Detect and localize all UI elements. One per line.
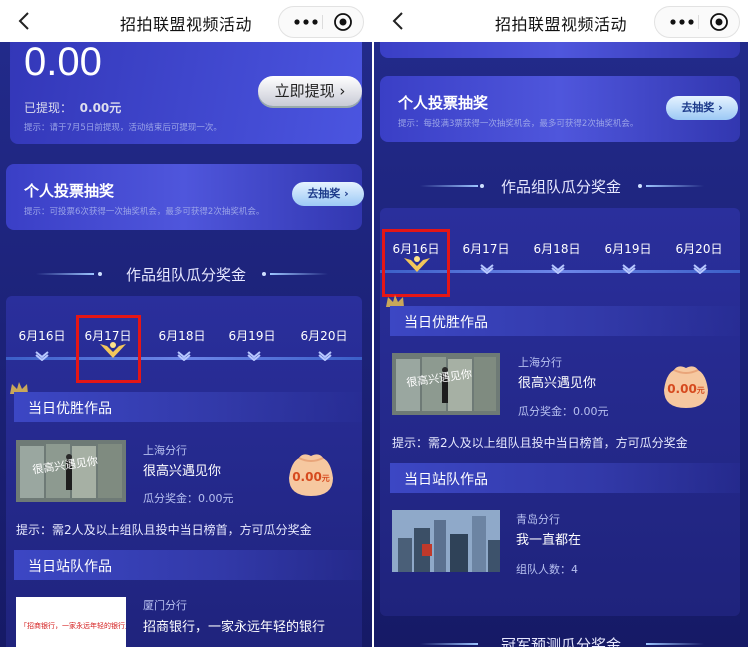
go-lottery-button[interactable]: 去抽奖 › (666, 96, 738, 120)
more-dots-icon[interactable] (669, 16, 695, 28)
highlight-box (382, 229, 450, 297)
bag-amount: 0.00元 (660, 382, 712, 396)
section-line-right (270, 273, 328, 275)
go-lottery-button-label: 去抽奖 (307, 187, 341, 200)
highlight-box (76, 315, 141, 383)
section-line-right (646, 185, 704, 187)
date-tab[interactable]: 6月18日 (527, 240, 587, 257)
branch-name: 青岛分行 (516, 513, 560, 526)
date-tab[interactable]: 6月19日 (222, 327, 282, 344)
date-tab[interactable]: 6月16日 (12, 327, 72, 344)
capsule-separator (698, 15, 699, 29)
daily-best-title: 当日优胜作品 (28, 401, 112, 417)
chevron-down-icon (247, 351, 261, 361)
chevron-down-icon (318, 351, 332, 361)
bag-value: 0.00 (667, 382, 697, 396)
branch-name: 厦门分行 (143, 599, 187, 612)
withdraw-button-label: 立即提现 (274, 82, 335, 100)
withdraw-button[interactable]: 立即提现 › (258, 76, 362, 106)
video-thumbnail[interactable]: 很高兴遇见你 (16, 440, 126, 502)
vote-lottery-hint: 提示：每投满3票获得一次抽奖机会，最多可获得2次抽奖机会。 (398, 119, 639, 129)
chevron-down-icon (693, 264, 707, 274)
prize-share: 瓜分奖金：0.00元 (518, 405, 609, 418)
red-envelope-bag: 0.00元 (660, 364, 712, 410)
vote-lottery-card: 个人投票抽奖 提示：可投票6次获得一次抽奖机会，最多可获得2次抽奖机会。 去抽奖… (6, 164, 364, 230)
daily-best-header: 当日优胜作品 (390, 306, 740, 336)
nav-bar: 招拍联盟视频活动 (0, 0, 372, 42)
withdrawn-value: 0.00元 (79, 101, 122, 115)
work-title: 招商银行，一家永远年轻的银行 (143, 620, 326, 635)
team-work-title: 当日站队作品 (28, 559, 112, 575)
work-title: 很高兴遇见你 (518, 376, 597, 391)
close-target-icon[interactable] (333, 12, 353, 32)
withdrawn-info: 已提现： 0.00元 (24, 99, 121, 116)
section-dot (638, 184, 642, 188)
nav-bar: 招拍联盟视频活动 (374, 0, 748, 42)
bag-value: 0.00 (292, 470, 322, 484)
balance-amount: 0.00 (24, 40, 102, 84)
chevron-down-icon (480, 264, 494, 274)
bag-amount: 0.00元 (285, 470, 337, 484)
daily-best-title: 当日优胜作品 (404, 315, 488, 331)
date-tab[interactable]: 6月18日 (152, 327, 212, 344)
team-work-header: 当日站队作品 (14, 550, 362, 580)
vote-lottery-card: 个人投票抽奖 提示：每投满3票获得一次抽奖机会，最多可获得2次抽奖机会。 去抽奖… (380, 76, 740, 142)
chevron-down-icon (622, 264, 636, 274)
city-skyline-thumbnail (392, 510, 500, 572)
left-screen: 招拍联盟视频活动 0.00 已提现： 0.00元 提示：请于7月5日前提现，活动… (0, 0, 372, 647)
video-thumbnail[interactable] (392, 510, 500, 572)
team-tip: 提示：需2人及以上组队且投中当日榜首，方可瓜分奖金 (16, 523, 312, 537)
date-tab[interactable]: 6月17日 (456, 240, 516, 257)
mini-program-capsule (654, 6, 740, 38)
team-work-header: 当日站队作品 (390, 463, 740, 493)
capsule-separator (322, 15, 323, 29)
withdraw-hint: 提示：请于7月5日前提现，活动结束后可提现一次。 (24, 123, 222, 133)
chevron-down-icon (35, 351, 49, 361)
red-envelope-bag: 0.00元 (285, 452, 337, 498)
section-line-right (646, 643, 704, 645)
date-tab[interactable]: 6月20日 (294, 327, 354, 344)
video-thumbnail[interactable]: 很高兴遇见你 (392, 353, 500, 415)
right-screen: 招拍联盟视频活动 个人投票抽奖 提示：每投满3票获得一次抽奖机会，最多可获得2次… (374, 0, 748, 647)
go-lottery-button-label: 去抽奖 (681, 101, 715, 114)
close-target-icon[interactable] (709, 12, 729, 32)
thumbnail-caption: 「招商银行，一家永远年轻的银行」 (20, 622, 126, 630)
daily-best-header: 当日优胜作品 (14, 392, 362, 422)
branch-name: 上海分行 (518, 356, 562, 369)
date-tab[interactable]: 6月20日 (669, 240, 729, 257)
chevron-down-icon (551, 264, 565, 274)
bag-unit: 元 (696, 386, 705, 395)
video-thumbnail[interactable]: 「招商银行，一家永远年轻的银行」 (16, 597, 126, 647)
section-dot (262, 272, 266, 276)
section-title: 冠军预测瓜分奖金 (500, 636, 621, 647)
more-dots-icon[interactable] (293, 16, 319, 28)
vote-lottery-hint: 提示：可投票6次获得一次抽奖机会，最多可获得2次抽奖机会。 (24, 207, 265, 217)
team-work-title: 当日站队作品 (404, 472, 488, 488)
work-title: 我一直都在 (516, 533, 582, 548)
vote-lottery-title: 个人投票抽奖 (398, 94, 489, 112)
prize-share: 瓜分奖金：0.00元 (143, 492, 234, 505)
team-tip: 提示：需2人及以上组队且投中当日榜首，方可瓜分奖金 (392, 436, 688, 450)
work-title: 很高兴遇见你 (143, 464, 222, 479)
go-lottery-button[interactable]: 去抽奖 › (292, 182, 364, 206)
bag-unit: 元 (321, 474, 330, 483)
date-tab[interactable]: 6月19日 (598, 240, 658, 257)
vote-lottery-title: 个人投票抽奖 (24, 182, 115, 200)
mini-program-capsule (278, 6, 364, 38)
withdrawn-label: 已提现： (24, 101, 73, 115)
team-count: 组队人数：4 (516, 563, 578, 576)
chevron-down-icon (177, 351, 191, 361)
branch-name: 上海分行 (143, 444, 187, 457)
